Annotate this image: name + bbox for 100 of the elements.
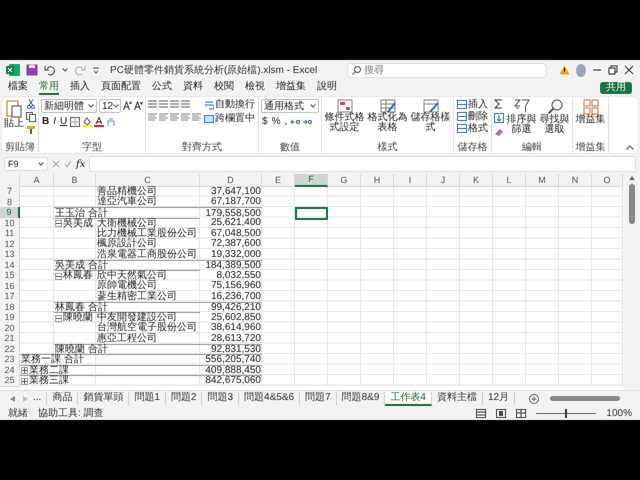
sheet-tab[interactable]: 12月 <box>482 392 516 406</box>
name-box[interactable]: F9 <box>4 157 48 171</box>
paintbrush-icon[interactable] <box>26 125 36 135</box>
row-header[interactable]: 21 <box>0 333 20 344</box>
ribbon-tab[interactable]: 頁面配置 <box>101 80 141 94</box>
column-header[interactable]: H <box>361 174 394 186</box>
fill-color-icon[interactable] <box>82 116 92 126</box>
sheet-tab[interactable]: 問題2 <box>166 392 202 406</box>
scroll-up-icon[interactable] <box>628 176 634 180</box>
sheet-tab[interactable]: 商品 <box>47 392 78 406</box>
paste-button[interactable]: 貼上 <box>4 99 24 129</box>
align-top-icon[interactable] <box>148 99 157 109</box>
formula-input[interactable] <box>89 156 636 172</box>
number-format-dropdown[interactable]: 通用格式 <box>261 99 319 113</box>
eraser-icon[interactable] <box>494 127 504 137</box>
dropdown-icon[interactable] <box>310 104 316 108</box>
sheet-tab[interactable]: 問題4&5&6 <box>239 392 300 406</box>
column-header[interactable]: F <box>295 174 328 186</box>
ribbon-tab[interactable]: 檢視 <box>245 80 265 94</box>
ribbon-tab[interactable]: 資料 <box>183 80 203 94</box>
collapse-icon[interactable] <box>55 314 62 322</box>
font-size-dropdown[interactable]: 12 <box>99 99 121 113</box>
horizontal-scrollbar-thumb[interactable] <box>550 396 620 401</box>
share-button[interactable]: 共用 <box>600 82 632 94</box>
cells-button[interactable]: 格式 <box>456 123 489 134</box>
more-sheets-button[interactable]: ... <box>28 392 48 406</box>
ribbon-tab[interactable]: 檔案 <box>8 80 28 94</box>
cells-button[interactable]: 刪除 <box>456 111 489 122</box>
decrease-indent-icon[interactable] <box>181 112 190 122</box>
row-header[interactable]: 7 <box>0 186 20 198</box>
grow-font-icon[interactable] <box>123 101 132 111</box>
dropdown-icon[interactable] <box>62 68 68 72</box>
expand-icon[interactable] <box>21 367 28 374</box>
save-icon[interactable] <box>26 64 38 76</box>
wrap-text-button[interactable]: 自動換行 <box>203 99 256 110</box>
font-style-button[interactable]: I <box>52 116 58 127</box>
dropdown-icon[interactable] <box>38 162 44 166</box>
font-style-button[interactable]: U <box>59 116 68 127</box>
row-header[interactable]: 15 <box>0 270 20 282</box>
scrollbar-thumb[interactable] <box>628 184 634 224</box>
dropdown-icon[interactable] <box>88 104 94 108</box>
decrease-decimal-icon[interactable] <box>302 116 312 126</box>
orientation-icon[interactable] <box>181 99 190 109</box>
find-select-button[interactable]: 尋找與選取 <box>539 99 570 135</box>
font-color-icon[interactable] <box>94 116 104 126</box>
autosum-icon[interactable] <box>494 99 504 109</box>
ribbon-tab[interactable]: 公式 <box>152 80 172 94</box>
copy-icon[interactable] <box>26 112 36 122</box>
row-header[interactable]: 17 <box>0 291 20 302</box>
zoom-slider[interactable] <box>536 408 596 418</box>
shrink-font-icon[interactable] <box>134 101 143 111</box>
dropdown-icon[interactable] <box>113 104 120 108</box>
row-header[interactable]: 19 <box>0 312 20 324</box>
increase-indent-icon[interactable] <box>192 112 201 122</box>
number-format-button[interactable]: % <box>270 116 282 127</box>
fill-icon[interactable] <box>494 113 504 123</box>
column-header[interactable]: I <box>394 174 427 186</box>
ribbon-tab[interactable]: 增益集 <box>276 80 306 94</box>
styles-button[interactable]: 條件式格式設定 <box>324 99 365 133</box>
zoom-level[interactable]: 100% <box>606 408 632 418</box>
align-right-icon[interactable] <box>170 112 179 122</box>
add-sheet-icon[interactable] <box>529 394 540 404</box>
ribbon-tab[interactable]: 插入 <box>70 80 90 94</box>
row-header[interactable]: 13 <box>0 249 20 260</box>
styles-button[interactable]: 格式化為表格 <box>367 99 408 133</box>
ribbon-tab[interactable]: 說明 <box>317 80 337 94</box>
ribbon-tab[interactable]: 校閱 <box>214 80 234 94</box>
align-center-icon[interactable] <box>159 112 168 122</box>
sheet-tab[interactable]: 銷貨單頭 <box>78 392 130 406</box>
column-header[interactable]: K <box>460 174 493 186</box>
row-header[interactable]: 23 <box>0 354 20 366</box>
column-header[interactable]: A <box>20 174 54 186</box>
ribbon-tab[interactable]: 常用 <box>39 80 59 94</box>
addins-button[interactable]: 增益集 <box>575 99 606 125</box>
borders-icon[interactable] <box>70 116 80 126</box>
warning-icon[interactable] <box>559 65 570 75</box>
collapse-icon[interactable] <box>55 272 62 280</box>
column-header[interactable]: E <box>262 174 295 186</box>
collapse-ribbon-icon[interactable] <box>626 145 634 150</box>
insert-function-button[interactable]: fx <box>76 158 86 170</box>
row-header[interactable]: 11 <box>0 228 20 240</box>
close-icon[interactable] <box>624 65 634 75</box>
cells-button[interactable]: 插入 <box>456 99 489 110</box>
sheet-tab[interactable]: 工作表4 <box>385 392 432 406</box>
sheet-tab[interactable]: 問題3 <box>202 392 240 406</box>
sheet-tab[interactable]: 問題1 <box>129 392 166 406</box>
column-header[interactable]: J <box>427 174 460 186</box>
increase-decimal-icon[interactable] <box>290 116 300 126</box>
sheet-tab[interactable]: 資料主檔 <box>432 392 483 406</box>
row-header[interactable]: 25 <box>0 375 20 386</box>
column-header[interactable]: L <box>493 174 526 186</box>
font-family-dropdown[interactable]: 新細明體 <box>41 99 97 113</box>
normal-view-icon[interactable] <box>476 408 486 418</box>
previous-sheet-icon[interactable] <box>10 396 15 402</box>
column-header[interactable]: G <box>328 174 361 186</box>
column-header[interactable]: O <box>592 174 623 186</box>
column-header[interactable]: B <box>54 174 96 186</box>
font-style-button[interactable]: B <box>41 116 50 127</box>
page-break-icon[interactable] <box>516 408 526 418</box>
restore-icon[interactable] <box>608 65 618 75</box>
